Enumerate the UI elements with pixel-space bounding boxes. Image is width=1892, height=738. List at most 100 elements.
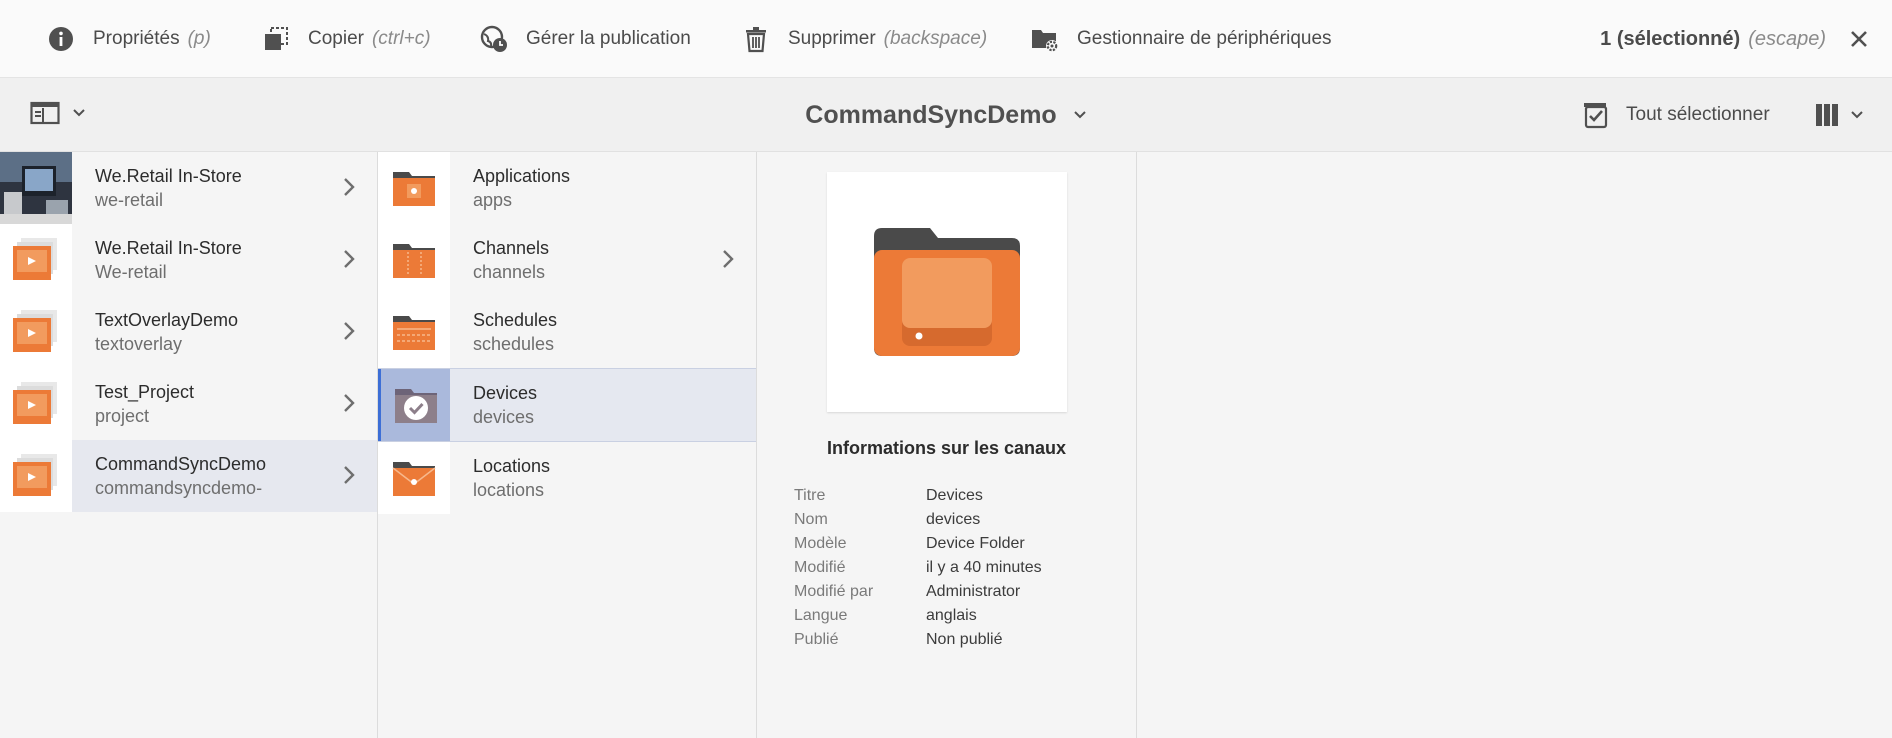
view-switcher-button[interactable] (1814, 78, 1864, 152)
delete-shortcut: (backspace) (883, 28, 988, 49)
item-title: Devices (473, 383, 538, 403)
list-item[interactable]: Locations locations (378, 442, 756, 514)
select-all-label: Tout sélectionner (1626, 104, 1770, 125)
item-title: We.Retail In-Store (95, 166, 242, 186)
item-title: CommandSyncDemo (95, 454, 267, 474)
delete-label: Supprimer (788, 28, 876, 49)
item-subtitle: textoverlay (95, 334, 183, 354)
list-item[interactable]: Channels channels (378, 224, 756, 296)
empty-column (1137, 152, 1892, 738)
action-bar: Propriétés (p) Copier (ctrl+c) Gérer la … (0, 0, 1892, 78)
item-title: Test_Project (95, 382, 195, 402)
properties-list: Titre Devices Nom devices Modèle Device Fol… (794, 487, 1042, 655)
list-item[interactable]: Applications apps (378, 152, 756, 224)
copy-shortcut: (ctrl+c) (371, 28, 431, 49)
item-subtitle: locations (473, 480, 545, 500)
list-item[interactable]: TextOverlayDemo textoverlay (0, 296, 377, 368)
item-title: TextOverlayDemo (95, 310, 239, 330)
item-subtitle: commandsyncdemo- (95, 478, 263, 498)
title-bar: CommandSyncDemo Tout sélectionner (0, 78, 1892, 152)
channels-folder-icon (378, 224, 450, 296)
property-row: Langue anglais (794, 607, 1042, 631)
property-key: Titre (794, 487, 826, 504)
property-value: devices (926, 511, 981, 528)
chevron-right-icon (344, 322, 355, 340)
project-icon (0, 368, 72, 440)
preview-thumbnail (827, 172, 1067, 412)
property-value: Devices (926, 487, 983, 504)
item-subtitle: we-retail (95, 190, 164, 210)
select-all-button[interactable]: Tout sélectionner (1582, 78, 1770, 152)
item-subtitle: apps (473, 190, 513, 210)
selection-info: 1 (sélectionné) (escape) (1600, 0, 1870, 78)
device-manager-button[interactable]: Gestionnaire de périphériques (1030, 0, 1332, 78)
copy-button[interactable]: Copier (ctrl+c) (261, 0, 431, 78)
checkbox-icon (1584, 103, 1608, 129)
item-title: Locations (473, 456, 551, 476)
copy-icon (261, 24, 291, 54)
applications-folder-icon (378, 152, 450, 224)
project-icon (0, 296, 72, 368)
project-icon (0, 224, 72, 296)
list-item[interactable]: We.Retail In-Store We-retail (0, 224, 377, 296)
property-key: Modèle (794, 535, 847, 552)
chevron-right-icon (344, 250, 355, 268)
list-item[interactable]: Schedules schedules (378, 296, 756, 368)
item-subtitle: project (95, 406, 150, 426)
property-row: Publié Non publié (794, 631, 1042, 655)
list-item[interactable]: Test_Project project (0, 368, 377, 440)
property-row: Nom devices (794, 511, 1042, 535)
property-value: Non publié (926, 631, 1003, 648)
info-icon (46, 24, 76, 54)
chevron-right-icon (723, 250, 734, 268)
folder-icon (874, 228, 1020, 356)
manage-publication-label: Gérer la publication (526, 28, 691, 49)
column-view-icon (1816, 104, 1838, 126)
project-icon (0, 440, 72, 512)
property-row: Modèle Device Folder (794, 535, 1042, 559)
list-item[interactable]: We.Retail In-Store we-retail (0, 152, 377, 224)
item-subtitle: We-retail (95, 262, 167, 282)
property-key: Langue (794, 607, 848, 624)
column-projects: We.Retail In-Store we-retail We.Retail I… (0, 152, 378, 738)
item-subtitle: channels (473, 262, 546, 282)
chevron-right-icon (344, 466, 355, 484)
column-folders: Applications apps Channels channels Sche… (378, 152, 757, 738)
page-title-text: CommandSyncDemo (805, 100, 1057, 129)
device-manager-label: Gestionnaire de périphériques (1077, 28, 1332, 49)
properties-button[interactable]: Propriétés (p) (46, 0, 211, 78)
chevron-right-icon (344, 394, 355, 412)
selection-shortcut: (escape) (1748, 27, 1826, 50)
item-title: Channels (473, 238, 550, 258)
photo-thumbnail (0, 152, 72, 224)
manage-publication-button[interactable]: Gérer la publication (479, 0, 691, 78)
property-key: Nom (794, 511, 828, 528)
list-item-selected[interactable]: Devices devices (378, 368, 756, 442)
property-value: Administrator (926, 583, 1021, 600)
chevron-down-icon (73, 109, 85, 117)
item-subtitle: schedules (473, 334, 555, 354)
preview-heading: Informations sur les canaux (826, 438, 1067, 458)
property-row: Modifié il y a 40 minutes (794, 559, 1042, 583)
locations-folder-icon (378, 442, 450, 514)
list-item-active[interactable]: CommandSyncDemo commandsyncdemo- (0, 440, 377, 512)
copy-label: Copier (308, 28, 364, 49)
property-key: Publié (794, 631, 839, 648)
preview-panel: Informations sur les canaux Titre Devices… (757, 152, 1137, 738)
close-icon[interactable] (1848, 28, 1870, 50)
property-value: il y a 40 minutes (926, 559, 1042, 576)
property-row: Titre Devices (794, 487, 1042, 511)
property-value: anglais (926, 607, 977, 624)
globe-clock-icon (479, 24, 509, 54)
item-title: Schedules (473, 310, 558, 330)
chevron-down-icon[interactable] (1073, 110, 1087, 120)
schedules-folder-icon (378, 296, 450, 368)
rail-toggle-button[interactable] (30, 100, 86, 126)
item-title: We.Retail In-Store (95, 238, 242, 258)
folder-gear-icon (1030, 24, 1060, 54)
property-value: Device Folder (926, 535, 1025, 552)
property-key: Modifié (794, 559, 846, 576)
delete-button[interactable]: Supprimer (backspace) (741, 0, 987, 78)
chevron-right-icon (344, 178, 355, 196)
item-title: Applications (473, 166, 571, 186)
